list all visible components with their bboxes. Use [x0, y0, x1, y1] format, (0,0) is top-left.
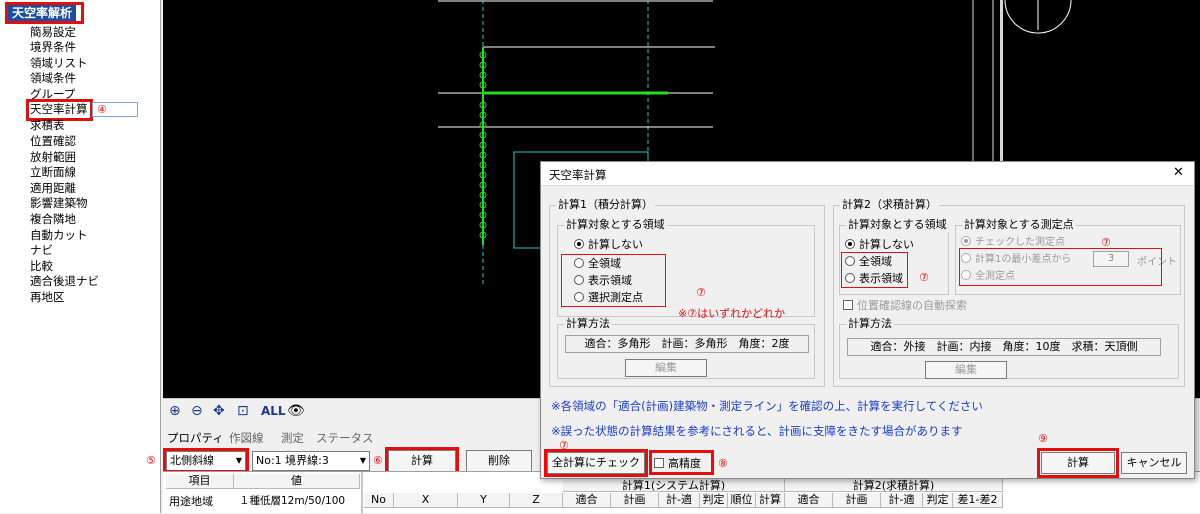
calc2-point-checked-label: チェックした測定点: [975, 237, 1065, 248]
prop-row-label: 用途地域: [169, 495, 213, 508]
sky-ratio-dialog: 天空率計算 ✕ 計算1（積分計算） 計算対象とする領域 計算しない 全領域 表示…: [540, 161, 1195, 479]
calc1-hint: ※⑦はいずれかどれか: [678, 307, 786, 320]
sidebar-item-district[interactable]: 再地区: [30, 290, 65, 305]
all-button[interactable]: ALL: [261, 403, 286, 419]
annotation-box: [841, 252, 908, 288]
prop-row-value[interactable]: １種低層12m/50/100: [239, 493, 345, 508]
annotation-box: [544, 449, 648, 477]
sidebar-item-radiation[interactable]: 放射範囲: [30, 150, 76, 165]
grid-header[interactable]: X: [394, 493, 458, 508]
annotation-box: [959, 248, 1162, 286]
sidebar-item-setback-navi[interactable]: 適合後退ナビ: [30, 274, 99, 289]
annotation-box: [5, 2, 84, 24]
annotation-box: [649, 450, 714, 475]
sidebar-item-area-list[interactable]: 領域リスト: [30, 56, 88, 71]
grid-header[interactable]: 計画: [611, 493, 659, 508]
radio-icon: [574, 239, 584, 249]
calc1-title: 計算1（積分計算）: [556, 198, 655, 212]
marker-9: ⑨: [1038, 432, 1048, 445]
sidebar-item-adjacent[interactable]: 複合隣地: [30, 212, 76, 227]
tab-property[interactable]: プロパティ: [167, 430, 224, 446]
sidebar-item-navi[interactable]: ナビ: [30, 243, 53, 258]
cancel-button[interactable]: キャンセル: [1121, 452, 1187, 474]
zoom-fit-icon[interactable]: ⊡: [237, 403, 249, 419]
marker-8: ⑧: [718, 457, 728, 470]
annotation-box: [1037, 448, 1119, 478]
marker-6: ⑥: [373, 454, 383, 467]
grid-group-calc1: 計算1(システム計算): [563, 479, 785, 492]
prop-header-value: 値: [234, 474, 360, 489]
marker-7: ⑦: [696, 286, 706, 299]
grid-header[interactable]: 判定: [700, 493, 728, 508]
checkbox-icon: [843, 300, 853, 310]
calc2-method-field: 適合：外接 計画：内接 角度：10度 求積：天頂側: [847, 338, 1161, 356]
pan-icon[interactable]: ✥: [213, 403, 225, 419]
grid-header[interactable]: 差1-差2: [953, 493, 1003, 508]
grid-header[interactable]: 適合: [563, 493, 611, 508]
grid-header[interactable]: 順位: [728, 493, 756, 508]
sidebar-item-boundary[interactable]: 境界条件: [30, 40, 76, 55]
tab-status[interactable]: ステータス: [316, 430, 374, 446]
close-icon[interactable]: ✕: [1173, 165, 1184, 180]
sidebar-item-area-condition[interactable]: 領域条件: [30, 71, 76, 86]
grid-header[interactable]: 計-適: [659, 493, 700, 508]
sidebar-item-auto-cut[interactable]: 自動カット: [30, 228, 88, 243]
sidebar-item-compare[interactable]: 比較: [30, 259, 53, 274]
grid-header[interactable]: 適合: [785, 493, 833, 508]
dialog-note-1: ※各領域の「適合(計画)建築物・測定ライン」を確認の上、計算を実行してください: [551, 399, 983, 413]
tab-measure[interactable]: 測定: [281, 430, 304, 446]
sidebar-item-area-table[interactable]: 求積表: [30, 118, 65, 133]
sidebar-item-distance[interactable]: 適用距離: [30, 181, 76, 196]
sidebar-item-position-check[interactable]: 位置確認: [30, 134, 76, 149]
eye-icon[interactable]: 👁: [287, 403, 305, 419]
calc2-option-none-label: 計算しない: [859, 238, 914, 251]
auto-search-checkbox[interactable]: 位置確認線の自動探索: [843, 299, 967, 313]
splitter[interactable]: [361, 472, 363, 514]
calc2-option-none[interactable]: 計算しない: [845, 238, 914, 252]
grid-header[interactable]: 判定: [923, 493, 953, 508]
chevron-down-icon: ▼: [359, 456, 366, 465]
calc1-edit-button[interactable]: 編集: [625, 359, 707, 377]
calc1-area-title: 計算対象とする領域: [564, 218, 667, 232]
calc1-method-title: 計算方法: [564, 317, 612, 331]
radio-icon: [845, 239, 855, 249]
calc2-edit-button[interactable]: 編集: [925, 361, 1007, 379]
sidebar: 天空率解析 簡易設定 境界条件 領域リスト 領域条件 グループ 天空率計算 ④ …: [0, 0, 161, 513]
delete-button[interactable]: 削除: [466, 450, 532, 472]
marker-4: ④: [97, 103, 107, 116]
zoom-in-icon[interactable]: ⊕: [169, 403, 181, 419]
radio-icon: [961, 236, 971, 246]
grid-header[interactable]: 計画: [833, 493, 881, 508]
calc1-method-field: 適合：多角形 計画：多角形 角度：2度: [565, 335, 809, 353]
dialog-titlebar[interactable]: 天空率計算 ✕: [541, 162, 1194, 186]
calc1-option-none[interactable]: 計算しない: [574, 238, 643, 252]
sidebar-item-building[interactable]: 影響建築物: [30, 196, 88, 211]
sidebar-item-section-line[interactable]: 立断面線: [30, 165, 76, 180]
sidebar-item-simple-settings[interactable]: 簡易設定: [30, 25, 76, 40]
dialog-title: 天空率計算: [549, 168, 607, 182]
marker-5: ⑤: [146, 454, 156, 467]
calc1-option-none-label: 計算しない: [588, 238, 643, 251]
annotation-box: [561, 254, 666, 307]
calc2-area-title: 計算対象とする領域: [846, 218, 949, 232]
boundary-select[interactable]: No:1 境界線:3 ▼: [252, 451, 370, 471]
grid-header[interactable]: Y: [458, 493, 510, 508]
calc2-point-title: 計算対象とする測定点: [962, 218, 1076, 232]
grid-header[interactable]: 計-適: [881, 493, 923, 508]
prop-header-item: 項目: [166, 474, 234, 489]
grid-header[interactable]: Z: [510, 493, 563, 508]
calc2-method-title: 計算方法: [846, 317, 894, 331]
tab-drawing-line[interactable]: 作図線: [229, 430, 264, 446]
grid-header[interactable]: No: [364, 493, 394, 508]
annotation-box: [163, 448, 249, 473]
dialog-note-2: ※誤った状態の計算結果を参考にされると、計画に支障をきたす場合があります: [551, 424, 963, 438]
grid-group-calc2: 計算2(求積計算): [785, 479, 1003, 492]
boundary-value: No:1 境界線:3: [256, 454, 329, 467]
marker-7b: ⑦: [919, 271, 929, 284]
zoom-out-icon[interactable]: ⊖: [191, 403, 203, 419]
calc2-title: 計算2（求積計算）: [840, 198, 939, 212]
grid-header[interactable]: 計算: [756, 493, 785, 508]
auto-search-label: 位置確認線の自動探索: [857, 299, 967, 312]
